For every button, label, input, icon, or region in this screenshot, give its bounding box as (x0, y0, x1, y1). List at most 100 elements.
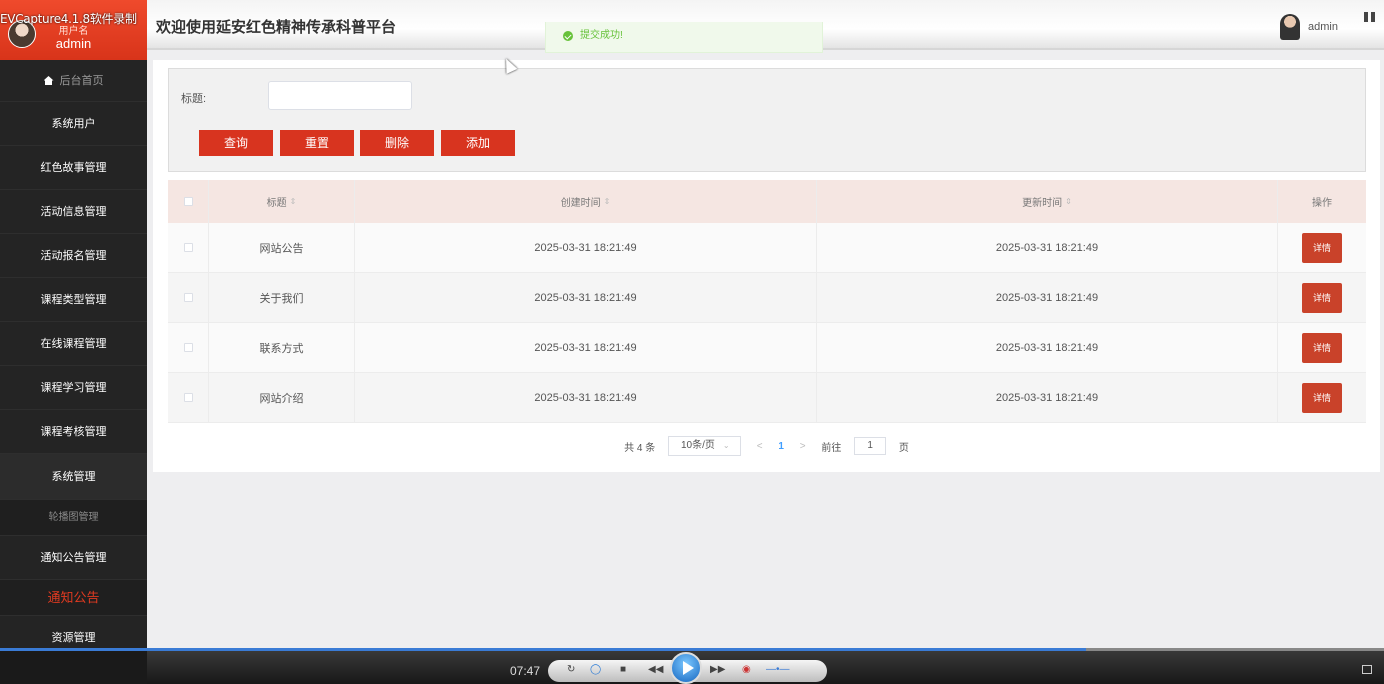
cell-title: 关于我们 (209, 273, 355, 322)
cell-title: 网站公告 (209, 223, 355, 272)
add-button[interactable]: 添加 (441, 130, 515, 156)
cell-title: 网站介绍 (209, 373, 355, 422)
table-row: 网站介绍 2025-03-31 18:21:49 2025-03-31 18:2… (168, 373, 1366, 423)
header-created-label: 创建时间 (560, 198, 601, 209)
header-username[interactable]: admin (1308, 21, 1338, 33)
goto-label: 前往 (821, 442, 842, 454)
cell-title: 联系方式 (209, 323, 355, 372)
row-select-cell (168, 373, 209, 422)
sidebar-item-carousel[interactable]: 轮播图管理 (0, 500, 147, 536)
detail-button[interactable]: 详情 (1302, 382, 1342, 413)
loop-icon[interactable]: ↻ (567, 664, 575, 675)
sidebar-group-system[interactable]: 系统管理 (0, 454, 147, 500)
page-size-select[interactable]: 10条/页 ⌄ (667, 436, 741, 456)
stop-icon[interactable]: ■ (620, 664, 626, 675)
sidebar-item-course-types[interactable]: 课程类型管理 (0, 278, 147, 322)
row-checkbox[interactable] (183, 343, 193, 352)
goto-page-input[interactable]: 1 (854, 437, 887, 455)
cell-updated: 2025-03-31 18:21:49 (817, 373, 1278, 422)
row-select-cell (168, 323, 209, 372)
sidebar-item-activity-signup[interactable]: 活动报名管理 (0, 234, 147, 278)
row-checkbox[interactable] (183, 243, 193, 252)
fast-forward-icon[interactable]: ▶▶ (710, 664, 725, 675)
home-icon (43, 76, 54, 85)
sidebar-group-notices[interactable]: 通知公告管理 (0, 536, 147, 580)
success-toast: 提交成功! (545, 22, 823, 53)
rewind-icon[interactable]: ◀◀ (648, 664, 663, 675)
select-all-checkbox[interactable] (183, 197, 193, 206)
header-title[interactable]: 标题 ⇕ (209, 180, 355, 223)
sort-icon[interactable]: ⇕ (1065, 197, 1072, 206)
sidebar-item-activities[interactable]: 活动信息管理 (0, 190, 147, 234)
query-button[interactable]: 查询 (199, 130, 273, 156)
cell-created: 2025-03-31 18:21:49 (355, 273, 817, 322)
video-time: 07:47 (510, 664, 541, 678)
row-checkbox[interactable] (183, 293, 193, 302)
cell-actions: 详情 (1278, 323, 1366, 372)
sidebar-user-panel: 用户名 admin (0, 0, 147, 60)
sidebar-item-online-courses[interactable]: 在线课程管理 (0, 322, 147, 366)
row-select-cell (168, 273, 209, 322)
reset-button[interactable]: 重置 (280, 130, 354, 156)
cell-actions: 详情 (1278, 273, 1366, 322)
detail-button[interactable]: 详情 (1302, 232, 1342, 263)
title-search-input[interactable] (268, 81, 412, 110)
main-content: 标题: 查询 重置 删除 添加 标题 ⇕ 创建时间 ⇕ 更新时间 ⇕ 操作 网站公告 … (153, 60, 1380, 472)
play-icon[interactable] (670, 652, 702, 684)
chevron-down-icon: ⌄ (722, 441, 730, 450)
cell-actions: 详情 (1278, 223, 1366, 272)
table-body: 网站公告 2025-03-31 18:21:49 2025-03-31 18:2… (168, 223, 1366, 423)
detail-button[interactable]: 详情 (1302, 282, 1342, 313)
sidebar-item-notices-active[interactable]: 通知公告 (0, 580, 147, 616)
current-page[interactable]: 1 (778, 441, 784, 452)
sidebar-item-course-study[interactable]: 课程学习管理 (0, 366, 147, 410)
header-select-cell (168, 180, 209, 223)
refresh-icon[interactable]: ◯ (590, 664, 601, 675)
next-page-button[interactable]: > (800, 441, 806, 452)
volume-icon[interactable]: ◉ (742, 664, 751, 675)
table-row: 网站公告 2025-03-31 18:21:49 2025-03-31 18:2… (168, 223, 1366, 273)
fullscreen-icon[interactable] (1362, 665, 1372, 674)
cell-actions: 详情 (1278, 373, 1366, 422)
user-name: admin (55, 36, 92, 51)
header-created[interactable]: 创建时间 ⇕ (355, 180, 817, 223)
sidebar-item-system-users[interactable]: 系统用户 (0, 102, 147, 146)
volume-slider[interactable]: —•— (766, 664, 790, 675)
sidebar-item-course-exams[interactable]: 课程考核管理 (0, 410, 147, 454)
grid-icon[interactable] (1364, 12, 1376, 22)
cell-created: 2025-03-31 18:21:49 (355, 373, 817, 422)
sidebar: 用户名 admin 后台首页 系统用户 红色故事管理 活动信息管理 活动报名管理… (0, 0, 147, 684)
row-checkbox[interactable] (183, 393, 193, 402)
sidebar-item-red-stories[interactable]: 红色故事管理 (0, 146, 147, 190)
page-size-value: 10条/页 (680, 440, 715, 451)
sort-icon[interactable]: ⇕ (604, 197, 611, 206)
notice-table: 标题 ⇕ 创建时间 ⇕ 更新时间 ⇕ 操作 网站公告 2025-03-31 18:21… (168, 180, 1366, 423)
prev-page-button[interactable]: < (757, 441, 763, 452)
search-panel: 标题: 查询 重置 删除 添加 (168, 68, 1366, 172)
sidebar-item-label: 后台首页 (59, 75, 104, 87)
detail-button[interactable]: 详情 (1302, 332, 1342, 363)
video-progress-fill (0, 648, 1087, 651)
table-header: 标题 ⇕ 创建时间 ⇕ 更新时间 ⇕ 操作 (168, 180, 1366, 223)
pagination-total: 共 4 条 (624, 442, 656, 454)
header-title-label: 标题 (266, 198, 287, 209)
header-avatar[interactable] (1280, 14, 1300, 40)
row-select-cell (168, 223, 209, 272)
video-progress-bar[interactable] (0, 648, 1384, 651)
toast-message: 提交成功! (580, 30, 623, 41)
title-filter-label: 标题: (181, 93, 207, 105)
page-title: 欢迎使用延安红色精神传承科普平台 (156, 19, 397, 36)
header-updated[interactable]: 更新时间 ⇕ (817, 180, 1278, 223)
table-row: 关于我们 2025-03-31 18:21:49 2025-03-31 18:2… (168, 273, 1366, 323)
delete-button[interactable]: 删除 (360, 130, 434, 156)
header-updated-label: 更新时间 (1022, 198, 1063, 209)
sort-icon[interactable]: ⇕ (290, 197, 297, 206)
sidebar-item-home[interactable]: 后台首页 (0, 60, 147, 102)
cell-updated: 2025-03-31 18:21:49 (817, 273, 1278, 322)
check-circle-icon (563, 31, 573, 41)
sidebar-overflow (0, 648, 147, 684)
video-player-bar: 07:47 ↻ ◯ ■ ◀◀ ▶▶ ◉ —•— (0, 648, 1384, 684)
cell-updated: 2025-03-31 18:21:49 (817, 323, 1278, 372)
header-actions: 操作 (1312, 198, 1332, 209)
pagination: 共 4 条 10条/页 ⌄ < 1 > 前往 1 页 (153, 436, 1380, 456)
